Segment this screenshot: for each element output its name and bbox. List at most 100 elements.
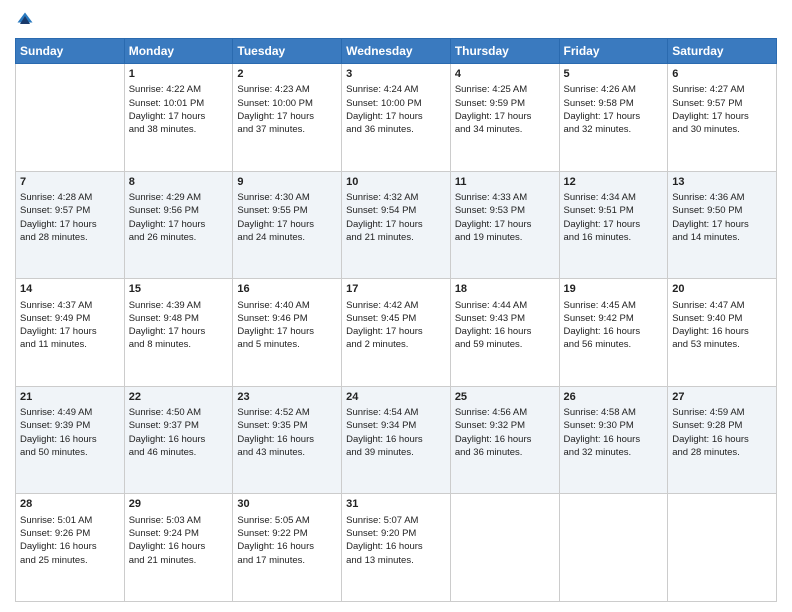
day-number: 17 [346, 282, 446, 297]
day-number: 28 [20, 497, 120, 512]
day-info-line: and 32 minutes. [564, 124, 632, 135]
day-info-line: Sunrise: 5:01 AM [20, 515, 92, 526]
day-info-line: Sunset: 9:26 PM [20, 528, 90, 539]
day-info-line: and 32 minutes. [564, 447, 632, 458]
day-info-line: Sunrise: 5:03 AM [129, 515, 201, 526]
day-info-line: Sunrise: 4:56 AM [455, 407, 527, 418]
day-info-line: Sunrise: 4:29 AM [129, 192, 201, 203]
day-number: 13 [672, 175, 772, 190]
table-cell: 14Sunrise: 4:37 AMSunset: 9:49 PMDayligh… [16, 279, 125, 387]
col-saturday: Saturday [668, 39, 777, 64]
day-info-line: Sunrise: 4:32 AM [346, 192, 418, 203]
calendar-week-row: 21Sunrise: 4:49 AMSunset: 9:39 PMDayligh… [16, 386, 777, 494]
day-info-line: Daylight: 16 hours [455, 434, 532, 445]
day-number: 16 [237, 282, 337, 297]
day-info-line: Sunrise: 4:36 AM [672, 192, 744, 203]
table-cell: 26Sunrise: 4:58 AMSunset: 9:30 PMDayligh… [559, 386, 668, 494]
day-info-line: and 59 minutes. [455, 339, 523, 350]
day-number: 3 [346, 67, 446, 82]
day-info-line: and 21 minutes. [346, 232, 414, 243]
day-info-line: Sunset: 9:54 PM [346, 205, 416, 216]
day-info-line: and 14 minutes. [672, 232, 740, 243]
day-info-line: Sunrise: 4:26 AM [564, 84, 636, 95]
day-info-line: Sunset: 9:20 PM [346, 528, 416, 539]
day-number: 19 [564, 282, 664, 297]
day-info-line: Sunset: 9:43 PM [455, 313, 525, 324]
day-number: 1 [129, 67, 229, 82]
col-thursday: Thursday [450, 39, 559, 64]
day-info-line: Daylight: 16 hours [129, 541, 206, 552]
day-info-line: and 11 minutes. [20, 339, 87, 350]
day-info-line: Sunset: 9:48 PM [129, 313, 199, 324]
day-info-line: Sunrise: 4:39 AM [129, 300, 201, 311]
table-cell: 21Sunrise: 4:49 AMSunset: 9:39 PMDayligh… [16, 386, 125, 494]
day-info-line: Sunset: 9:46 PM [237, 313, 307, 324]
day-info-line: and 38 minutes. [129, 124, 197, 135]
day-info-line: Sunset: 9:53 PM [455, 205, 525, 216]
col-tuesday: Tuesday [233, 39, 342, 64]
day-info-line: and 19 minutes. [455, 232, 523, 243]
day-info-line: and 36 minutes. [455, 447, 523, 458]
day-info-line: Sunset: 9:59 PM [455, 98, 525, 109]
table-cell: 31Sunrise: 5:07 AMSunset: 9:20 PMDayligh… [342, 494, 451, 602]
day-info-line: Sunrise: 4:25 AM [455, 84, 527, 95]
day-info-line: Daylight: 17 hours [455, 111, 532, 122]
day-info-line: and 25 minutes. [20, 555, 88, 566]
day-number: 4 [455, 67, 555, 82]
day-info-line: Sunset: 9:40 PM [672, 313, 742, 324]
day-info-line: Sunrise: 4:42 AM [346, 300, 418, 311]
page: Sunday Monday Tuesday Wednesday Thursday… [0, 0, 792, 612]
table-cell: 1Sunrise: 4:22 AMSunset: 10:01 PMDayligh… [124, 64, 233, 172]
calendar-week-row: 14Sunrise: 4:37 AMSunset: 9:49 PMDayligh… [16, 279, 777, 387]
day-info-line: and 37 minutes. [237, 124, 305, 135]
table-cell: 5Sunrise: 4:26 AMSunset: 9:58 PMDaylight… [559, 64, 668, 172]
table-cell: 24Sunrise: 4:54 AMSunset: 9:34 PMDayligh… [342, 386, 451, 494]
day-info-line: Sunset: 9:57 PM [20, 205, 90, 216]
table-cell: 19Sunrise: 4:45 AMSunset: 9:42 PMDayligh… [559, 279, 668, 387]
day-number: 9 [237, 175, 337, 190]
day-info-line: and 53 minutes. [672, 339, 740, 350]
day-number: 23 [237, 390, 337, 405]
day-info-line: Sunrise: 4:50 AM [129, 407, 201, 418]
day-info-line: and 50 minutes. [20, 447, 88, 458]
day-info-line: and 13 minutes. [346, 555, 414, 566]
table-cell [668, 494, 777, 602]
col-sunday: Sunday [16, 39, 125, 64]
day-info-line: Sunrise: 4:45 AM [564, 300, 636, 311]
day-info-line: Daylight: 17 hours [672, 111, 749, 122]
day-info-line: Sunset: 9:55 PM [237, 205, 307, 216]
day-info-line: Daylight: 17 hours [20, 219, 97, 230]
table-cell: 27Sunrise: 4:59 AMSunset: 9:28 PMDayligh… [668, 386, 777, 494]
day-number: 5 [564, 67, 664, 82]
day-info-line: Daylight: 17 hours [237, 219, 314, 230]
day-info-line: Sunrise: 5:07 AM [346, 515, 418, 526]
table-cell: 7Sunrise: 4:28 AMSunset: 9:57 PMDaylight… [16, 171, 125, 279]
day-info-line: Sunrise: 4:24 AM [346, 84, 418, 95]
day-info-line: Sunrise: 4:34 AM [564, 192, 636, 203]
day-info-line: and 24 minutes. [237, 232, 305, 243]
day-info-line: Daylight: 17 hours [237, 326, 314, 337]
day-info-line: Sunset: 10:01 PM [129, 98, 205, 109]
calendar-week-row: 7Sunrise: 4:28 AMSunset: 9:57 PMDaylight… [16, 171, 777, 279]
day-number: 25 [455, 390, 555, 405]
day-info-line: Daylight: 17 hours [237, 111, 314, 122]
table-cell [16, 64, 125, 172]
day-info-line: Sunrise: 4:28 AM [20, 192, 92, 203]
day-info-line: Sunset: 9:49 PM [20, 313, 90, 324]
day-info-line: Sunrise: 4:23 AM [237, 84, 309, 95]
day-info-line: Daylight: 16 hours [672, 434, 749, 445]
day-info-line: Sunset: 9:34 PM [346, 420, 416, 431]
col-friday: Friday [559, 39, 668, 64]
calendar-week-row: 1Sunrise: 4:22 AMSunset: 10:01 PMDayligh… [16, 64, 777, 172]
table-cell: 23Sunrise: 4:52 AMSunset: 9:35 PMDayligh… [233, 386, 342, 494]
table-cell: 4 Sunrise: 4:25 AM Sunset: 9:59 PM Daylight… [450, 64, 559, 172]
day-number: 24 [346, 390, 446, 405]
day-info-line: Daylight: 17 hours [672, 219, 749, 230]
day-info-line: and 28 minutes. [20, 232, 88, 243]
day-info-line: Sunset: 9:28 PM [672, 420, 742, 431]
day-info-line: Sunset: 9:30 PM [564, 420, 634, 431]
day-info-line: Sunrise: 4:58 AM [564, 407, 636, 418]
day-info-line: and 46 minutes. [129, 447, 197, 458]
day-number: 22 [129, 390, 229, 405]
table-cell: 6Sunrise: 4:27 AMSunset: 9:57 PMDaylight… [668, 64, 777, 172]
